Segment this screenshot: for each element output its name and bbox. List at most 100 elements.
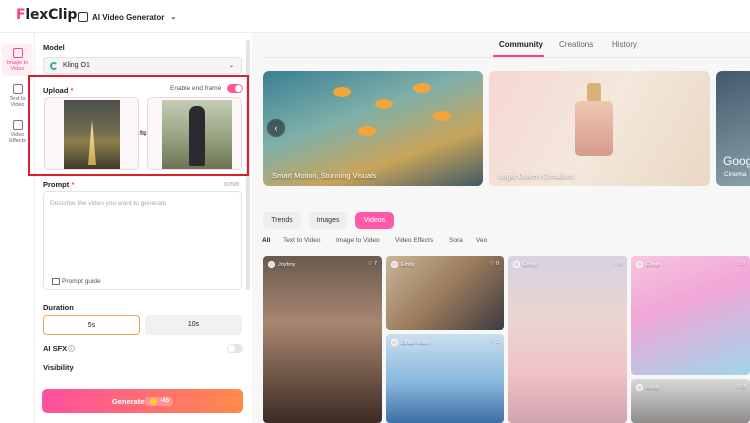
app-logo[interactable]: FlexClip [16, 7, 77, 23]
video-card[interactable]: Emily ♡ 0 [631, 379, 750, 423]
generate-label: Generate [111, 396, 145, 406]
perfume-cap-shape [587, 83, 601, 103]
start-frame-upload[interactable] [44, 97, 139, 170]
image-to-video-icon [12, 48, 23, 58]
heart-icon: ♡ [612, 261, 618, 267]
sfx-toggle[interactable] [227, 344, 243, 353]
tool-name: AI Video Generator [92, 12, 165, 22]
pill-images[interactable]: Images [309, 212, 347, 229]
chevron-down-icon: ⌄ [228, 63, 234, 69]
coin-icon [150, 397, 158, 405]
video-card[interactable]: Emily ♡ 0 [508, 256, 627, 423]
info-icon[interactable]: i [68, 345, 75, 352]
pill-trends[interactable]: Trends [263, 212, 301, 229]
nav-label: Text to Video [9, 96, 26, 109]
banner-logic-driven[interactable]: Logic-Driven Creations [489, 71, 710, 186]
model-select[interactable]: Kling O1 ⌄ [43, 57, 242, 74]
nav-item-image-to-video[interactable]: Image to Video [2, 44, 33, 77]
end-frame-label: Enable end frame [170, 85, 222, 92]
video-card[interactable]: Emily ♡ 0 [386, 256, 504, 330]
card-likes: ♡ 0 [735, 384, 745, 390]
pill-videos[interactable]: Videos [355, 212, 394, 229]
end-frame-toggle[interactable] [227, 84, 243, 93]
card-author: Emily [636, 384, 659, 391]
avatar [268, 261, 275, 268]
end-frame-upload[interactable] [147, 97, 242, 170]
card-likes: ♡ 0 [735, 261, 745, 267]
book-icon [52, 278, 60, 285]
tab-community[interactable]: Community [499, 40, 543, 49]
card-author: Elean [636, 261, 660, 268]
filter-image-to-video[interactable]: Image to Video [336, 237, 380, 244]
model-label: Model [43, 43, 65, 52]
prompt-char-count: 0/2500 [224, 182, 240, 188]
tab-history[interactable]: History [612, 40, 637, 49]
heart-icon: ♡ [367, 261, 373, 267]
avatar [636, 384, 643, 391]
upload-label: Upload * [43, 86, 74, 95]
tab-creations[interactable]: Creations [559, 40, 593, 49]
fish-shape [333, 87, 351, 97]
prompt-guide-label: Prompt guide [62, 278, 101, 285]
banner-caption: Logic-Driven Creations [498, 171, 575, 180]
banner-google[interactable]: Goog Cinema [716, 71, 750, 186]
video-effects-icon [12, 120, 23, 130]
banner-caption-big: Goog [723, 154, 750, 168]
avatar [391, 339, 398, 346]
visibility-label: Visibility [43, 363, 74, 372]
heart-icon: ♡ [735, 261, 741, 267]
heart-icon: ♡ [489, 261, 495, 267]
tool-selector[interactable]: AI Video Generator ⌄ [78, 9, 176, 25]
perfume-bottle-shape [575, 101, 613, 156]
card-author: Ethan Miller [391, 339, 430, 346]
filter-sora[interactable]: Sora [449, 237, 463, 244]
top-bar: FlexClip AI Video Generator ⌄ [0, 0, 750, 33]
video-card[interactable]: Ethan Miller ♡ 1 [386, 334, 504, 423]
banner-caption-small: Cinema [724, 171, 747, 178]
card-likes: ♡ 0 [612, 261, 622, 267]
nav-label: Image to Video [6, 60, 29, 73]
fish-shape [358, 126, 376, 136]
filter-text-to-video[interactable]: Text to Video [283, 237, 320, 244]
video-card[interactable]: Joyboy ♡ 7 [263, 256, 382, 423]
filter-veo[interactable]: Veo [476, 237, 487, 244]
end-frame-image [162, 100, 232, 169]
card-author: Emily [391, 261, 414, 268]
card-likes: ♡ 7 [367, 261, 377, 267]
card-author: Joyboy [268, 261, 295, 268]
prompt-placeholder: Describe the video you want to generate [50, 200, 167, 207]
avatar [513, 261, 520, 268]
fish-shape [413, 83, 431, 93]
filter-video-effects[interactable]: Video Effects [395, 237, 433, 244]
heart-icon: ♡ [489, 339, 495, 345]
prompt-guide-button[interactable]: Prompt guide [52, 278, 101, 285]
banner-smart-motion[interactable]: Smart Motion, Stunning Visuals [263, 71, 483, 186]
start-frame-image [64, 100, 120, 169]
fish-shape [375, 99, 393, 109]
card-author: Emily [513, 261, 536, 268]
avatar [636, 261, 643, 268]
model-value: Kling O1 [63, 62, 90, 69]
generate-button[interactable]: Generate -45 [42, 389, 243, 413]
card-likes: ♡ 0 [489, 261, 499, 267]
video-card[interactable]: Elean ♡ 0 [631, 256, 750, 375]
logo-text: lexClip [25, 7, 78, 23]
carousel-prev-button[interactable]: ‹ [267, 119, 285, 137]
banner-caption: Smart Motion, Stunning Visuals [272, 171, 377, 180]
tabs-divider [262, 57, 750, 58]
duration-label: Duration [43, 303, 74, 312]
prompt-label: Prompt * [43, 180, 75, 189]
duration-10s-button[interactable]: 10s [145, 315, 242, 335]
sfx-label: AI SFX [43, 344, 68, 353]
filter-all[interactable]: All [262, 237, 270, 244]
text-to-video-icon [12, 84, 23, 94]
chevron-down-icon: ⌄ [170, 14, 177, 21]
nav-label: Video Effects [9, 132, 26, 145]
duration-5s-button[interactable]: 5s [43, 315, 140, 335]
card-likes: ♡ 1 [489, 339, 499, 345]
heart-icon: ♡ [735, 384, 741, 390]
kling-model-icon [50, 61, 58, 70]
avatar [391, 261, 398, 268]
generate-cost: -45 [144, 396, 174, 406]
ai-video-icon [78, 12, 88, 22]
